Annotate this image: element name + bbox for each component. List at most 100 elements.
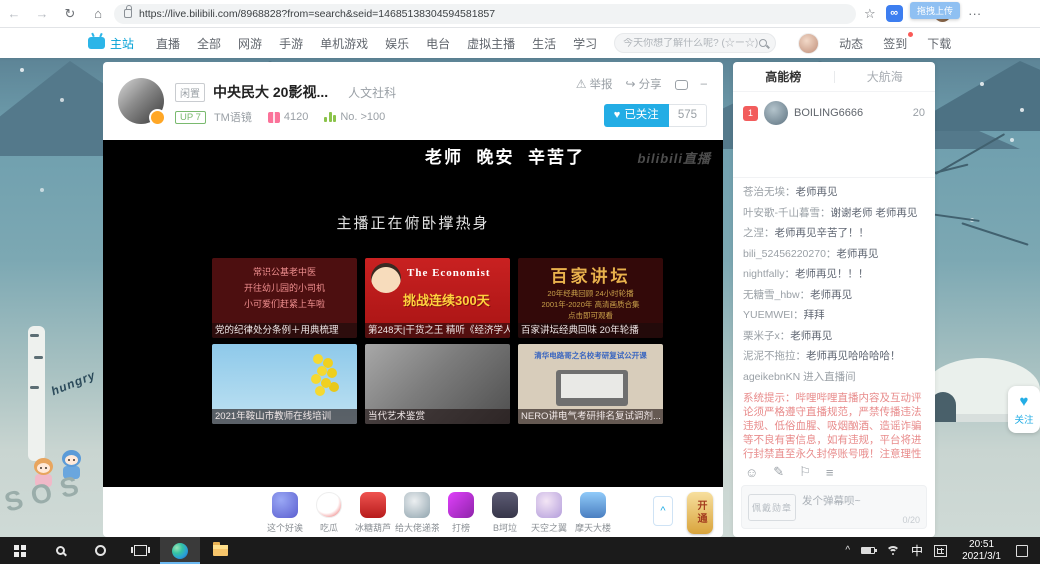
chat-username[interactable]: 叶安歌-千山暮雪： [743, 207, 831, 219]
search-icon[interactable] [759, 39, 767, 47]
report-icon: ⚠ [576, 77, 587, 91]
gift-item[interactable]: 天空之翼 [527, 492, 571, 534]
nav-item-study[interactable]: 学习 [573, 35, 597, 52]
address-bar[interactable]: https://live.bilibili.com/8968828?from=s… [114, 4, 856, 24]
nav-item-singlegame[interactable]: 单机游戏 [320, 35, 368, 52]
rank-avatar [764, 101, 788, 125]
nav-item-live[interactable]: 直播 [156, 35, 180, 52]
thumbnail-card: 当代艺术鉴赏 [365, 344, 510, 424]
host-face [371, 263, 401, 293]
danmaku-input-box[interactable]: 佩戴勋章 0/20 [741, 485, 927, 529]
start-button[interactable] [0, 537, 40, 564]
gift-item[interactable]: 冰糖葫芦 [351, 492, 395, 534]
stream-category[interactable]: 人文社科 [348, 84, 396, 101]
gift-item[interactable]: 这个好诶 [263, 492, 307, 534]
favorite-star-icon[interactable]: ☆ [864, 6, 876, 22]
horn-icon[interactable]: ⚐ [799, 464, 811, 480]
followed-button[interactable]: ♥已关注 [604, 104, 669, 127]
brush-icon[interactable]: ✎ [773, 464, 784, 480]
streamer-avatar[interactable] [118, 78, 164, 124]
chat-username[interactable]: 泥泥不拖拉： [743, 350, 806, 362]
wifi-icon[interactable] [886, 546, 900, 556]
heart-icon: ♥ [1020, 394, 1029, 410]
url-text[interactable]: https://live.bilibili.com/8968828?from=s… [139, 8, 495, 20]
ime-indicator[interactable]: 中 [911, 542, 923, 559]
notification-dot [908, 32, 913, 37]
chat-message: 苍治无埃：老师再见 [743, 186, 925, 199]
nav-item-mobilegame[interactable]: 手游 [279, 35, 303, 52]
chat-message: 栗米子x：老师再见 [743, 330, 925, 343]
thumbnail-card: 清华电路哥之名校考研复试公开课 NERO讲电气考研排名复试调剂... [518, 344, 663, 424]
nav-item-vtuber[interactable]: 虚拟主播 [467, 35, 515, 52]
nav-item-netgame[interactable]: 网游 [238, 35, 262, 52]
nav-item-all[interactable]: 全部 [197, 35, 221, 52]
danmaku-input[interactable] [802, 495, 920, 507]
chat-text: 老师再见 [796, 186, 838, 198]
gift-item[interactable]: 吃瓜 [307, 492, 351, 534]
tab-high-energy[interactable]: 高能榜 [733, 68, 834, 85]
site-search[interactable] [614, 33, 776, 53]
collapse-icon[interactable]: – [701, 78, 707, 90]
video-player[interactable]: 老师 晚安 辛苦了 bilibili直播 主播正在俯卧撑热身 常识公基老中医 开… [103, 140, 723, 487]
cortana-button[interactable] [80, 537, 120, 564]
chat-text: 谢谢老师 老师再见 [831, 207, 918, 219]
nav-item-radio[interactable]: 电台 [426, 35, 450, 52]
follower-count: 575 [669, 104, 707, 127]
show-hidden-icons[interactable]: ^ [845, 545, 850, 556]
home-icon[interactable]: ⌂ [84, 0, 112, 28]
chat-username[interactable]: 无糖雪_hbw： [743, 289, 810, 301]
gift-item[interactable]: B坷垃 [483, 492, 527, 534]
open-fleet-button[interactable]: 开通 [687, 492, 713, 534]
gift-item[interactable]: 摩天大楼 [571, 492, 615, 534]
gift-bar-collapse-button[interactable]: ^ [653, 496, 673, 526]
gift-item[interactable]: 给大佬递茶 [395, 492, 439, 534]
edge-taskbar-button[interactable] [160, 537, 200, 564]
chat-username[interactable]: bili_52456220270： [743, 248, 836, 260]
task-view-button[interactable] [120, 537, 160, 564]
browser-menu-icon[interactable]: ··· [961, 0, 989, 28]
gift-item[interactable]: 打榜 [439, 492, 483, 534]
chat-username[interactable]: 之涅： [743, 227, 775, 239]
nav-dynamic[interactable]: 动态 [839, 35, 863, 52]
share-button[interactable]: ↪分享 [626, 76, 662, 92]
wear-medal-button[interactable]: 佩戴勋章 [748, 494, 796, 521]
taskbar-clock[interactable]: 20:51 2021/3/1 [958, 539, 1005, 562]
netdisk-extension-icon[interactable]: ∞ [886, 5, 903, 22]
forward-icon[interactable]: → [28, 0, 56, 28]
user-avatar[interactable] [798, 33, 819, 54]
chat-username[interactable]: 栗米子x： [743, 330, 790, 342]
follow-label: 关注 [1014, 412, 1033, 426]
thumbnail-card: 百家讲坛 20年经典回顾 24小时轮播 2001年-2020年 高清画质合集 点… [518, 258, 663, 338]
action-center-icon[interactable] [1016, 545, 1028, 557]
tab-fleet[interactable]: 大航海 [835, 68, 936, 85]
chat-username[interactable]: ageikebnKN [743, 371, 803, 383]
back-icon[interactable]: ← [0, 0, 28, 28]
touch-keyboard-icon[interactable] [934, 545, 947, 557]
chat-username[interactable]: YUEMWEI： [743, 309, 804, 321]
follow-float-button[interactable]: ♥ 关注 [1008, 386, 1040, 433]
nav-item-main[interactable]: 主站 [88, 35, 134, 52]
rank-entry[interactable]: 1 BOILING6666 20 [743, 101, 925, 125]
emoji-icon[interactable]: ☺ [745, 465, 758, 480]
refresh-icon[interactable]: ↻ [56, 0, 84, 28]
gift-icon [404, 492, 430, 518]
battery-icon[interactable] [861, 547, 875, 554]
chat-message-list[interactable]: 苍治无埃：老师再见 叶安歌-千山暮雪：谢谢老师 老师再见 之涅：老师再见辛苦了！… [733, 178, 935, 461]
report-button[interactable]: ⚠举报 [576, 76, 613, 92]
nav-checkin[interactable]: 签到 [883, 35, 907, 52]
chat-toggle-icon[interactable] [675, 80, 688, 90]
chat-username[interactable]: 苍治无埃： [743, 186, 796, 198]
taskbar-search-button[interactable] [40, 537, 80, 564]
nav-item-entertainment[interactable]: 娱乐 [385, 35, 409, 52]
file-explorer-button[interactable] [200, 537, 240, 564]
streamer-name[interactable]: TM语镜 [214, 109, 252, 125]
nav-item-life[interactable]: 生活 [532, 35, 556, 52]
rank-username[interactable]: BOILING6666 [794, 107, 907, 119]
chat-username[interactable]: nightfally： [743, 268, 795, 280]
thumbnail-grid: 常识公基老中医 开往幼儿园的小司机 小可爱们赶紧上车啦 党的纪律处分条例＋用典梳… [212, 258, 663, 424]
bili-tv-icon [88, 37, 105, 49]
danmaku-settings-icon[interactable]: ≡ [826, 465, 834, 480]
gift-icon [316, 492, 342, 518]
search-input[interactable] [623, 38, 759, 49]
nav-download[interactable]: 下载 [927, 35, 951, 52]
